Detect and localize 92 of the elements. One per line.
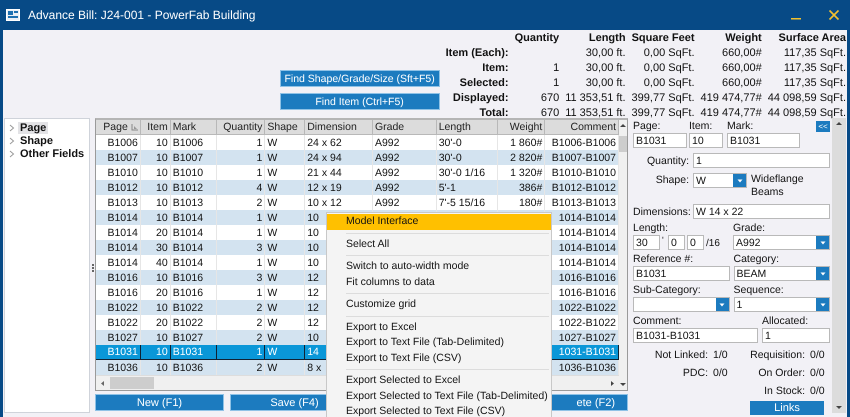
field-label: Dimensions: (633, 204, 689, 218)
mark-field[interactable]: B1031 (727, 133, 800, 148)
stat-value: 0/0 (713, 367, 729, 379)
sub-category-dropdown[interactable] (633, 297, 730, 312)
dimensions-field[interactable]: W 14 x 22 (693, 204, 830, 219)
window-title: Advance Bill: J24-001 - PowerFab Building (28, 8, 256, 22)
grid-button[interactable]: New (F1) (95, 394, 224, 411)
stat-label: Requisition: (750, 349, 805, 361)
unit-label: /16 (706, 238, 720, 250)
feet-field[interactable]: 30 (633, 235, 660, 250)
column-header: Square Feet (632, 31, 695, 46)
shape-dropdown[interactable]: W (693, 173, 747, 188)
summary-value: 11 353,51 ft. (565, 91, 626, 106)
allocated-field[interactable]: 1 (762, 328, 830, 343)
tree-item[interactable]: Page (18, 122, 48, 134)
page-field[interactable]: B1031 (633, 133, 687, 148)
summary-value: 117,35 SqFt. (782, 46, 846, 61)
column-header: Weight (724, 31, 762, 46)
column-header: Surface Area (778, 31, 846, 46)
links-button[interactable]: Links (750, 401, 824, 415)
item-field[interactable]: 10 (689, 133, 723, 148)
field-label: Shape: (654, 173, 689, 188)
summary-value: 1 (552, 76, 560, 91)
row-label: Item (Each): (446, 46, 509, 61)
summary-value: 0,00 SqFt. (642, 76, 695, 91)
row-label: Item: (481, 61, 509, 76)
row-label: Selected: (458, 76, 509, 91)
field-label: Quantity: (646, 154, 689, 168)
stat-label: Not Linked: (654, 349, 708, 361)
scrollbar-thumb[interactable] (619, 136, 627, 152)
app-icon (6, 9, 20, 21)
stat-value: 1/0 (713, 349, 729, 361)
field-label: Grade: (733, 222, 766, 235)
summary-value: 44 098,59 SqFt. (768, 91, 846, 106)
summary-value: 660,00# (720, 76, 762, 91)
sort-icon (130, 124, 138, 130)
field-label: Category: (734, 253, 780, 266)
grade-dropdown[interactable]: A992 (733, 235, 830, 250)
menu-item[interactable]: Model Interface (327, 214, 551, 230)
stat-label: PDC: (682, 367, 708, 379)
summary-value: 670 (540, 106, 560, 121)
summary-value: 399,77 SqFt. (632, 91, 695, 106)
stat-value: 0/0 (810, 349, 826, 361)
inches-field[interactable]: 0 (668, 235, 685, 250)
summary-value: 1 (552, 61, 560, 76)
field-label: Length: (633, 222, 670, 235)
column-header: Length (588, 31, 626, 46)
summary-value: 44 098,59 SqFt. (768, 106, 846, 121)
field-label: Item: (689, 120, 714, 133)
tree-item[interactable]: Other Fields (18, 148, 86, 160)
summary-value: 660,00# (720, 46, 762, 61)
summary-value: 117,35 SqFt. (782, 76, 846, 91)
summary-value: 30,00 ft. (584, 46, 626, 61)
row-label: Displayed: (452, 91, 509, 106)
summary-value: 0,00 SqFt. (642, 46, 695, 61)
summary-value: 117,35 SqFt. (782, 61, 846, 76)
find-button[interactable]: Find Item (Ctrl+F5) (280, 93, 440, 110)
summary-value: 30,00 ft. (584, 76, 626, 91)
field-label: Allocated: (762, 315, 810, 328)
sequence-dropdown[interactable]: 1 (734, 297, 830, 312)
field-label: Sub-Category: (633, 284, 702, 297)
summary-value: 670 (540, 91, 560, 106)
quantity-field[interactable]: 1 (693, 153, 830, 168)
column-header: Quantity (514, 31, 560, 46)
summary-value: 30,00 ft. (584, 61, 626, 76)
stat-value: 0/0 (810, 385, 826, 397)
reference-field[interactable]: B1031 (633, 266, 730, 281)
summary-value: 399,77 SqFt. (632, 106, 695, 121)
feet-mark: ' (662, 235, 665, 245)
summary-value: 0,00 SqFt. (642, 61, 695, 76)
field-label: Mark: (727, 120, 754, 133)
summary-value: 660,00# (720, 61, 762, 76)
sixteenths-field[interactable]: 0 (687, 235, 704, 250)
field-label: Sequence: (734, 284, 785, 297)
scrollbar-thumb[interactable] (110, 377, 154, 389)
summary-value: 419 474,77# (700, 91, 762, 106)
shape-description: Wideflange Beams (751, 173, 801, 199)
category-dropdown[interactable]: BEAM (734, 266, 830, 281)
field-label: Reference #: (633, 253, 694, 266)
stat-value: 0/0 (810, 367, 826, 379)
summary-value: 11 353,51 ft. (565, 106, 626, 121)
field-label: Page: (633, 120, 662, 133)
comment-field[interactable]: B1031-B1031 (633, 328, 758, 343)
find-button[interactable]: Find Shape/Grade/Size (Sft+F5) (280, 70, 440, 87)
close-icon[interactable] (828, 9, 840, 21)
collapse-button[interactable]: << (816, 121, 830, 132)
field-label: Comment: (633, 315, 682, 328)
row-label: Total: (478, 106, 509, 121)
summary-value: 419 474,77# (700, 106, 762, 121)
tree-item[interactable]: Shape (18, 134, 56, 146)
stat-label: On Order: (758, 367, 805, 379)
stat-label: In Stock: (764, 385, 805, 397)
